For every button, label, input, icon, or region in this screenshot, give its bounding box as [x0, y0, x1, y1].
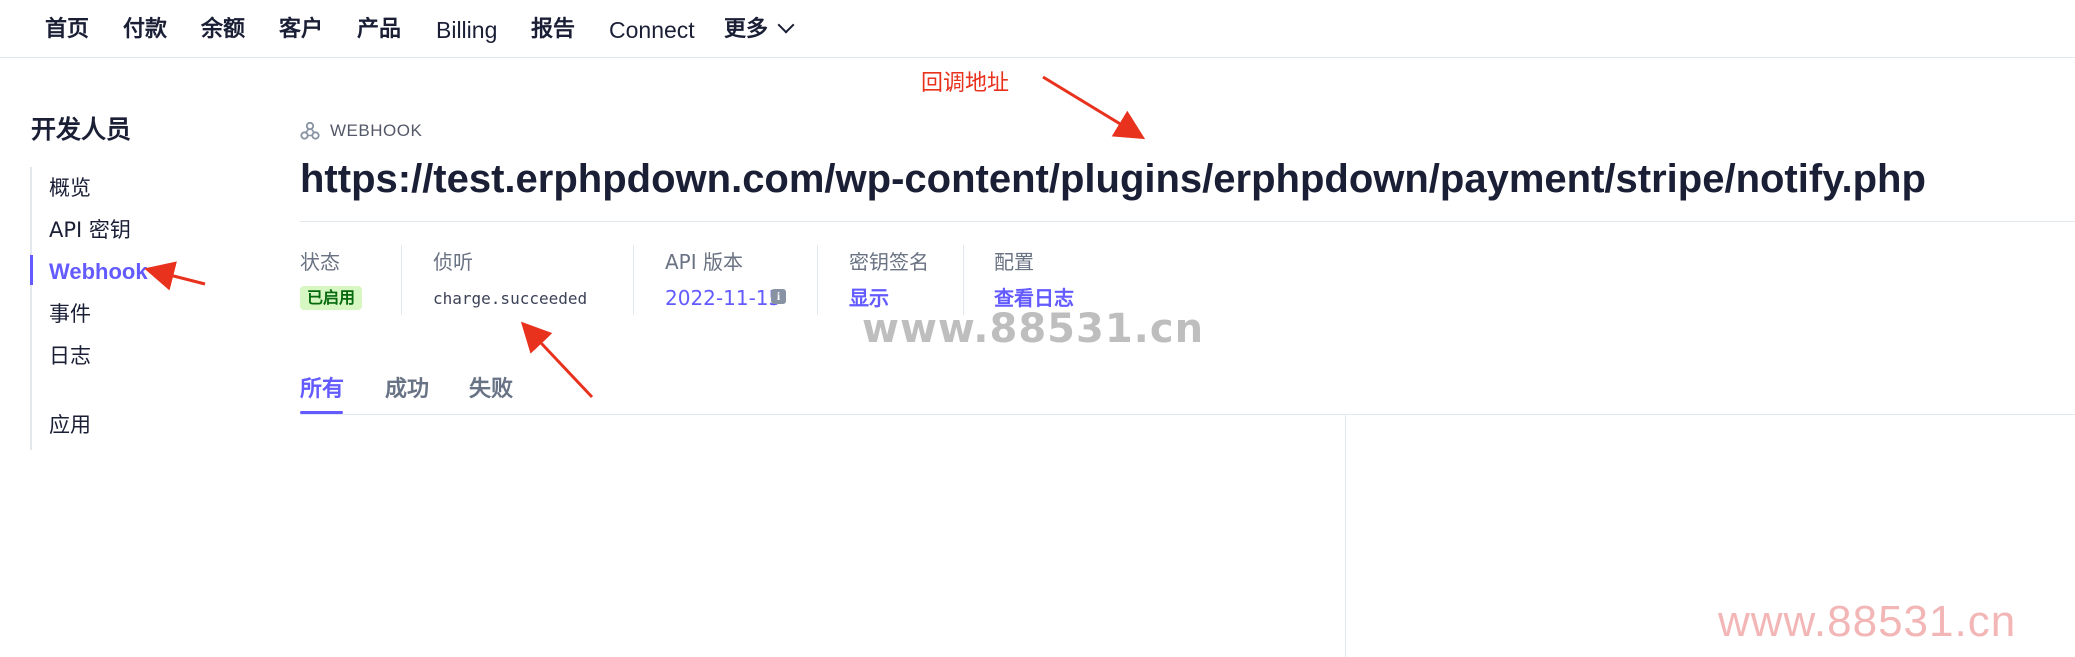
watermark-corner: www.88531.cn	[1718, 597, 2017, 646]
arrow-to-webhook	[144, 261, 206, 291]
arrow-to-event	[520, 321, 594, 399]
arrow-to-url	[1042, 75, 1146, 140]
watermark: www.88531.cn	[862, 306, 1205, 352]
